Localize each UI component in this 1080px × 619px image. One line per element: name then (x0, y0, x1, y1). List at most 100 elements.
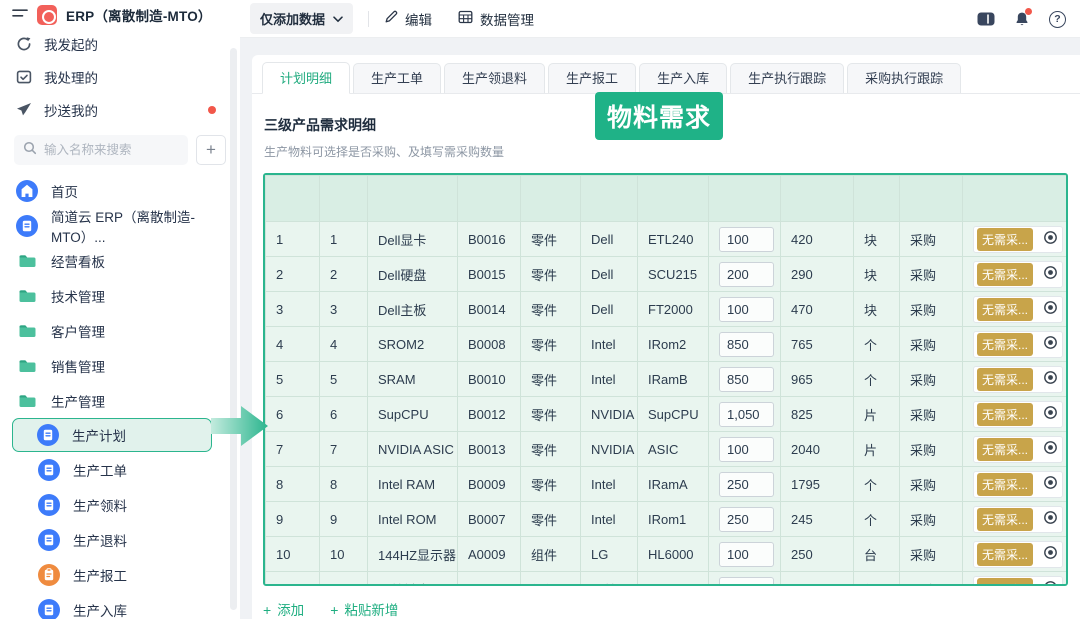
tab[interactable]: 生产领退料 (444, 63, 545, 93)
tab[interactable]: 生产入库 (639, 63, 727, 93)
purchase-select[interactable]: 无需采... (973, 261, 1063, 288)
purchase-select[interactable]: 无需采... (973, 296, 1063, 323)
sidebar-nav-item[interactable]: 技术管理 (0, 278, 240, 313)
purchase-value-badge[interactable]: 无需采... (977, 368, 1033, 391)
purchase-select[interactable]: 无需采... (973, 436, 1063, 463)
table-footer-actions: 添加 粘贴新增 (263, 599, 1080, 619)
notification-bell-icon[interactable] (1014, 11, 1030, 27)
cell-need-purchase: 无需采... (963, 537, 1067, 572)
purchase-value-badge[interactable]: 无需采... (977, 228, 1033, 251)
hamburger-menu-icon[interactable] (12, 6, 28, 25)
purchase-value-badge[interactable]: 无需采... (977, 508, 1033, 531)
sidebar-nav-item[interactable]: 客户管理 (0, 313, 240, 348)
chevron-down-icon (333, 11, 343, 26)
cell-product-code: A0021 (458, 572, 521, 587)
purchase-value-badge[interactable]: 无需采... (977, 263, 1033, 286)
purchase-value-badge[interactable]: 无需采... (977, 403, 1033, 426)
cell-available-stock: 250 (781, 537, 854, 572)
cell-product-code: B0008 (458, 327, 521, 362)
demand-quantity-input[interactable] (719, 367, 774, 392)
panel-toggle-icon[interactable] (977, 12, 995, 26)
tab[interactable]: 采购执行跟踪 (847, 63, 961, 93)
radio-icon[interactable] (1043, 440, 1058, 458)
purchase-select[interactable]: 无需采... (973, 401, 1063, 428)
add-row-button[interactable]: 添加 (263, 599, 304, 619)
purchase-value-badge[interactable]: 无需采... (977, 543, 1033, 566)
radio-icon[interactable] (1043, 265, 1058, 283)
add-app-button[interactable] (196, 135, 226, 165)
search-input[interactable] (44, 143, 164, 157)
sidebar-top-item[interactable]: 抄送我的 (0, 93, 240, 126)
cell-product-attr: 组件 (521, 572, 581, 587)
demand-quantity-input[interactable] (719, 297, 774, 322)
purchase-value-badge[interactable]: 无需采... (977, 438, 1033, 461)
radio-icon[interactable] (1043, 300, 1058, 318)
content-card: 计划明细生产工单生产领退料生产报工生产入库生产执行跟踪采购执行跟踪 三级产品需求… (252, 55, 1080, 619)
folder-icon (15, 354, 39, 378)
nav-item-label: 生产退料 (73, 530, 127, 550)
sidebar-nav-item[interactable]: 简道云 ERP（离散制造-MTO）... (0, 208, 240, 243)
add-data-dropdown-button[interactable]: 仅添加数据 (250, 3, 353, 34)
radio-icon[interactable] (1043, 230, 1058, 248)
cell-product-name: SRAM (368, 362, 458, 397)
purchase-select[interactable]: 无需采... (973, 226, 1063, 253)
nav-item-label: 首页 (51, 181, 78, 201)
radio-icon[interactable] (1043, 405, 1058, 423)
sidebar-nav-item[interactable]: 生产报工 (0, 557, 240, 592)
radio-icon[interactable] (1043, 475, 1058, 493)
radio-icon[interactable] (1043, 510, 1058, 528)
radio-icon[interactable] (1043, 370, 1058, 388)
purchase-select[interactable]: 无需采... (973, 471, 1063, 498)
purchase-select[interactable]: 无需采... (973, 541, 1063, 568)
search-box[interactable] (14, 135, 188, 165)
help-icon[interactable]: ? (1049, 11, 1066, 28)
purchase-value-badge[interactable]: 无需采... (977, 298, 1033, 321)
data-manage-button[interactable]: 数据管理 (458, 9, 534, 29)
purchase-value-badge[interactable]: 无需采... (977, 473, 1033, 496)
nav-item-label: 简道云 ERP（离散制造-MTO）... (51, 206, 240, 246)
paste-add-button[interactable]: 粘贴新增 (330, 599, 398, 619)
sidebar-nav-item[interactable]: 销售管理 (0, 348, 240, 383)
cell-model: IRamB (638, 362, 709, 397)
radio-icon[interactable] (1043, 545, 1058, 563)
sidebar-nav-item[interactable]: 生产工单 (0, 452, 240, 487)
initiated-icon (15, 35, 32, 52)
sidebar-nav-item[interactable]: 生产管理 (0, 383, 240, 418)
sidebar-nav-item[interactable]: 经营看板 (0, 243, 240, 278)
cell-need-purchase: 无需采... (963, 397, 1067, 432)
demand-quantity-input[interactable] (719, 332, 774, 357)
sidebar-nav-item[interactable]: 生产退料 (0, 522, 240, 557)
cell-row-index: 8 (266, 467, 320, 502)
demand-quantity-input[interactable] (719, 507, 774, 532)
purchase-select[interactable]: 无需采... (973, 331, 1063, 358)
tab[interactable]: 生产执行跟踪 (730, 63, 844, 93)
sidebar-top-item[interactable]: 我处理的 (0, 60, 240, 93)
tab[interactable]: 生产报工 (548, 63, 636, 93)
sidebar-top-item[interactable]: 我发起的 (0, 27, 240, 60)
purchase-value-badge[interactable]: 无需采... (977, 333, 1033, 356)
cell-brand: 雷蛇 (581, 572, 638, 587)
demand-quantity-input[interactable] (719, 437, 774, 462)
sidebar-nav-item[interactable]: 生产领料 (0, 487, 240, 522)
demand-quantity-input[interactable] (719, 227, 774, 252)
demand-quantity-input[interactable] (719, 542, 774, 567)
purchase-select[interactable]: 无需采... (973, 366, 1063, 393)
edit-button[interactable]: 编辑 (384, 9, 432, 29)
purchase-value-badge[interactable]: 无需采... (977, 578, 1033, 587)
demand-quantity-input[interactable] (719, 262, 774, 287)
purchase-select[interactable]: 无需采... (973, 506, 1063, 533)
sidebar-scrollbar[interactable] (230, 48, 237, 610)
radio-icon[interactable] (1043, 580, 1058, 586)
tab-label: 生产报工 (566, 71, 618, 86)
tab[interactable]: 计划明细 (262, 62, 350, 94)
demand-quantity-input[interactable] (719, 472, 774, 497)
radio-icon[interactable] (1043, 335, 1058, 353)
demand-quantity-input[interactable] (719, 402, 774, 427)
demand-quantity-input[interactable] (719, 577, 774, 587)
sidebar-nav-item[interactable]: 生产入库 (0, 592, 240, 619)
sidebar-nav-item-selected[interactable]: 生产计划 (12, 418, 212, 452)
purchase-select[interactable]: 无需采... (973, 576, 1063, 587)
sidebar-nav-item[interactable]: 首页 (0, 173, 240, 208)
table-row: 2 2 Dell硬盘 B0015 零件 Dell SCU215 290 块 采购… (266, 257, 1067, 292)
tab[interactable]: 生产工单 (353, 63, 441, 93)
